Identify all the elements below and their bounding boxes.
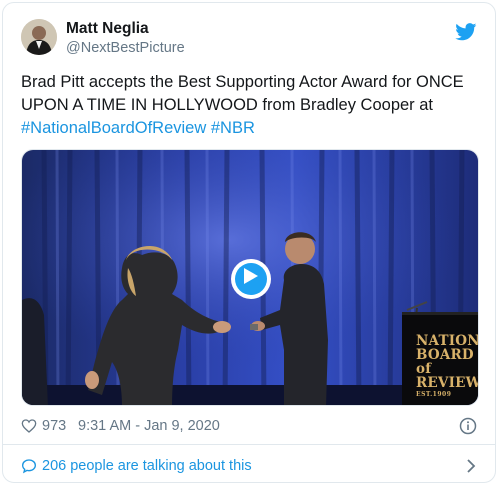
video-player[interactable]: NATIONA BOARD of REVIEW EST.1909 xyxy=(21,149,479,406)
timestamp[interactable]: 9:31 AM - Jan 9, 2020 xyxy=(78,415,220,437)
hashtag-national-board-of-review[interactable]: #NationalBoardOfReview xyxy=(21,119,206,137)
tweet-meta: 973 9:31 AM - Jan 9, 2020 xyxy=(21,415,479,437)
sign-est: EST.1909 xyxy=(416,391,452,398)
tweet-text: Brad Pitt accepts the Best Supporting Ac… xyxy=(21,71,471,140)
chevron-right-icon xyxy=(467,459,476,473)
author-handle[interactable]: @NextBestPicture xyxy=(66,39,185,57)
tweet-header: Matt Neglia @NextBestPicture xyxy=(21,19,479,59)
sign-line-2: BOARD of xyxy=(416,347,474,377)
chat-bubble-icon xyxy=(21,459,37,474)
conversation-label: 206 people are talking about this xyxy=(42,458,252,474)
like-count: 973 xyxy=(42,418,67,434)
play-button[interactable] xyxy=(231,259,271,299)
like-button[interactable]: 973 xyxy=(21,415,66,437)
sign-line-3: REVIEW xyxy=(416,375,479,391)
conversation-link[interactable]: 206 people are talking about this xyxy=(21,455,479,477)
play-icon xyxy=(244,268,258,284)
heart-icon xyxy=(21,419,37,433)
info-icon[interactable] xyxy=(459,417,477,435)
user-info: Matt Neglia @NextBestPicture xyxy=(66,19,185,57)
author-name[interactable]: Matt Neglia xyxy=(66,19,185,39)
podium-sign: NATIONA BOARD of REVIEW EST.1909 xyxy=(416,333,479,399)
tweet-body: Brad Pitt accepts the Best Supporting Ac… xyxy=(21,73,464,114)
tweet-card[interactable]: Matt Neglia @NextBestPicture Brad Pitt a… xyxy=(2,2,496,483)
avatar[interactable] xyxy=(21,19,57,55)
sign-line-1: NATIONA xyxy=(416,333,479,349)
divider xyxy=(3,444,495,445)
hashtag-nbr[interactable]: #NBR xyxy=(211,119,255,137)
twitter-bird-icon[interactable] xyxy=(455,23,477,41)
